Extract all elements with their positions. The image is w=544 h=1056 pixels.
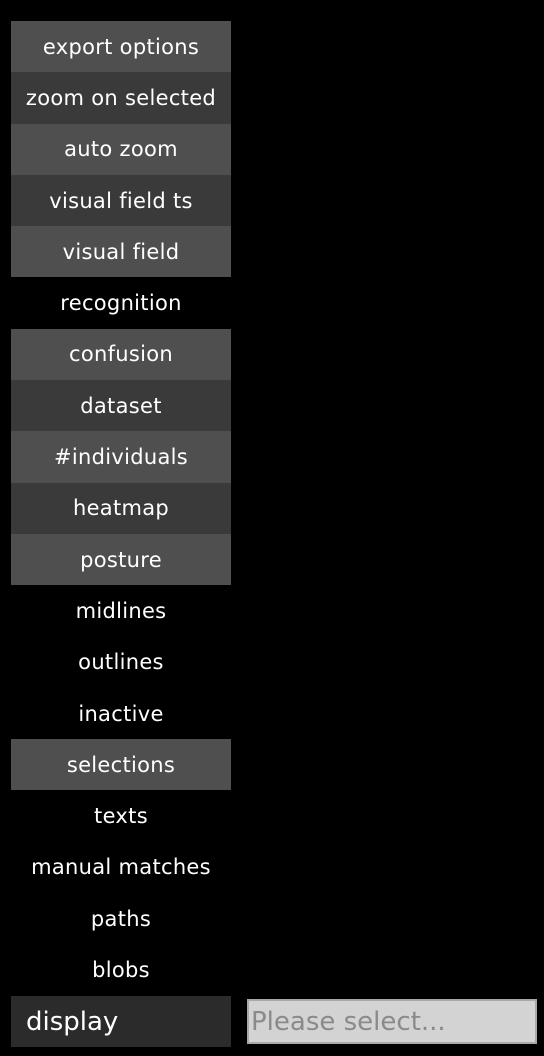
menu-item-auto-zoom[interactable]: auto zoom — [11, 123, 231, 175]
menu-item-export-options[interactable]: export options — [11, 21, 231, 73]
menu-item-individuals[interactable]: #individuals — [11, 431, 231, 483]
menu-item-visual-field-ts[interactable]: visual field ts — [11, 174, 231, 227]
menu-item-visual-field[interactable]: visual field — [11, 226, 231, 278]
menu-item-manual-matches[interactable]: manual matches — [11, 842, 231, 893]
display-select-input[interactable]: Please select... — [247, 999, 537, 1044]
menu-item-confusion[interactable]: confusion — [11, 328, 231, 381]
menu-item-midlines[interactable]: midlines — [11, 585, 231, 636]
menu-item-inactive[interactable]: inactive — [11, 688, 231, 739]
menu-item-texts[interactable]: texts — [11, 790, 231, 841]
menu-item-paths[interactable]: paths — [11, 893, 231, 944]
display-button[interactable]: display — [11, 996, 231, 1047]
menu-item-heatmap[interactable]: heatmap — [11, 482, 231, 534]
menu-item-dataset[interactable]: dataset — [11, 380, 231, 432]
menu-item-posture[interactable]: posture — [11, 533, 231, 586]
menu-item-zoom-on-selected[interactable]: zoom on selected — [11, 72, 231, 124]
display-options-menu: export options zoom on selected auto zoo… — [11, 21, 231, 996]
menu-item-recognition[interactable]: recognition — [11, 277, 231, 328]
menu-item-blobs[interactable]: blobs — [11, 944, 231, 995]
app-window: export options zoom on selected auto zoo… — [0, 0, 544, 1056]
menu-item-outlines[interactable]: outlines — [11, 637, 231, 688]
menu-item-selections[interactable]: selections — [11, 739, 231, 791]
